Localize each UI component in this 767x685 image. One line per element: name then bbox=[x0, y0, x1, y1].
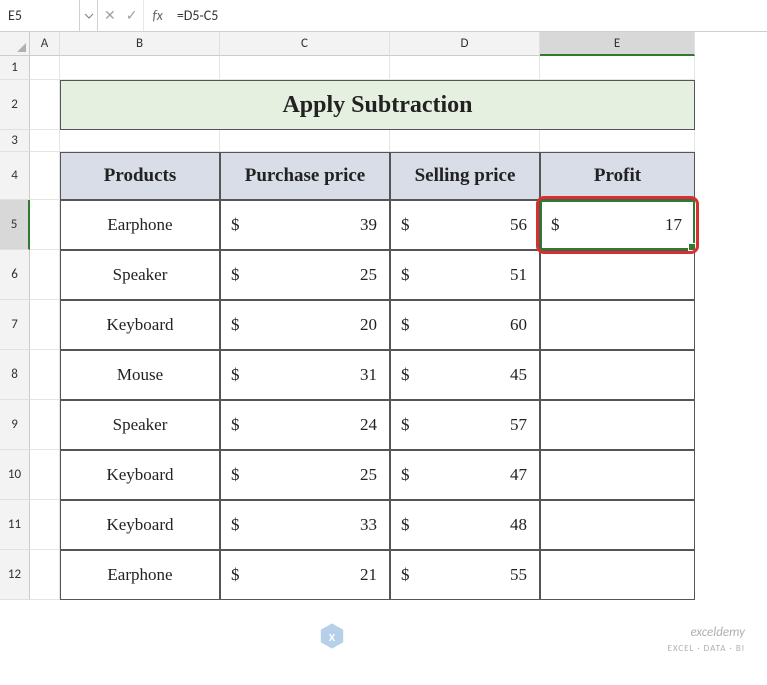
grid-body[interactable]: Apply Subtraction Products Purchase pric… bbox=[30, 56, 767, 600]
column-header[interactable]: E bbox=[540, 32, 695, 56]
cell[interactable] bbox=[30, 500, 60, 550]
cell-product[interactable]: Speaker bbox=[60, 250, 220, 300]
watermark-brand: exceldemy bbox=[690, 625, 745, 640]
row-header[interactable]: 1 bbox=[0, 56, 30, 80]
row-header[interactable]: 11 bbox=[0, 500, 30, 550]
cell-profit[interactable] bbox=[540, 250, 695, 300]
cell-purchase[interactable]: $25 bbox=[220, 250, 390, 300]
cell-purchase[interactable]: $21 bbox=[220, 550, 390, 600]
formula-bar-buttons: ✕ ✓ bbox=[98, 0, 144, 31]
cell-product[interactable]: Mouse bbox=[60, 350, 220, 400]
row-header[interactable]: 4 bbox=[0, 152, 30, 200]
confirm-icon[interactable]: ✓ bbox=[126, 7, 138, 24]
cell[interactable] bbox=[540, 130, 695, 152]
name-box[interactable]: E5 bbox=[0, 0, 80, 31]
table-header[interactable]: Purchase price bbox=[220, 152, 390, 200]
worksheet: 1 2 3 4 5 6 7 8 9 10 11 12 A B C D E bbox=[0, 32, 767, 685]
cell[interactable] bbox=[60, 130, 220, 152]
table-row: Mouse$31$45 bbox=[30, 350, 767, 400]
table-row: Keyboard$33$48 bbox=[30, 500, 767, 550]
cell-purchase[interactable]: $25 bbox=[220, 450, 390, 500]
cell-selling[interactable]: $51 bbox=[390, 250, 540, 300]
cell-purchase[interactable]: $31 bbox=[220, 350, 390, 400]
cell[interactable] bbox=[390, 130, 540, 152]
cell[interactable] bbox=[30, 450, 60, 500]
cell[interactable] bbox=[60, 56, 220, 80]
cell[interactable] bbox=[390, 56, 540, 80]
cell[interactable] bbox=[30, 250, 60, 300]
cell-product[interactable]: Keyboard bbox=[60, 500, 220, 550]
select-all-button[interactable] bbox=[0, 32, 30, 56]
cell-selling[interactable]: $56 bbox=[390, 200, 540, 250]
cell[interactable] bbox=[30, 400, 60, 450]
cell-purchase[interactable]: $39 bbox=[220, 200, 390, 250]
cell[interactable] bbox=[30, 550, 60, 600]
row-header[interactable]: 10 bbox=[0, 450, 30, 500]
cell-product[interactable]: Earphone bbox=[60, 550, 220, 600]
cell-profit[interactable]: $17 bbox=[540, 200, 695, 250]
column-header[interactable]: D bbox=[390, 32, 540, 56]
column-header[interactable]: B bbox=[60, 32, 220, 56]
formula-input[interactable]: =D5-C5 bbox=[171, 7, 767, 24]
table-header[interactable]: Selling price bbox=[390, 152, 540, 200]
table-row: Earphone$21$55 bbox=[30, 550, 767, 600]
row-header[interactable]: 6 bbox=[0, 250, 30, 300]
table-row: Speaker$24$57 bbox=[30, 400, 767, 450]
cell[interactable] bbox=[30, 300, 60, 350]
row-header[interactable]: 8 bbox=[0, 350, 30, 400]
fx-icon[interactable]: fx bbox=[144, 7, 170, 24]
row-header[interactable]: 9 bbox=[0, 400, 30, 450]
cell-selling[interactable]: $48 bbox=[390, 500, 540, 550]
row-header[interactable]: 7 bbox=[0, 300, 30, 350]
cell-selling[interactable]: $47 bbox=[390, 450, 540, 500]
cell[interactable] bbox=[30, 80, 60, 130]
cell-selling[interactable]: $60 bbox=[390, 300, 540, 350]
cancel-icon[interactable]: ✕ bbox=[104, 7, 116, 24]
table-row: Earphone$39$56$17 bbox=[30, 200, 767, 250]
cell[interactable] bbox=[30, 200, 60, 250]
cell-purchase[interactable]: $24 bbox=[220, 400, 390, 450]
formula-bar: E5 ✕ ✓ fx =D5-C5 bbox=[0, 0, 767, 32]
column-header[interactable]: C bbox=[220, 32, 390, 56]
table-row: Speaker$25$51 bbox=[30, 250, 767, 300]
cell[interactable] bbox=[220, 130, 390, 152]
cell-product[interactable]: Keyboard bbox=[60, 450, 220, 500]
cell-purchase[interactable]: $20 bbox=[220, 300, 390, 350]
cell-profit[interactable] bbox=[540, 300, 695, 350]
cell-product[interactable]: Speaker bbox=[60, 400, 220, 450]
table-header[interactable]: Products bbox=[60, 152, 220, 200]
column-header[interactable]: A bbox=[30, 32, 60, 56]
table-row: Keyboard$20$60 bbox=[30, 300, 767, 350]
cell-selling[interactable]: $57 bbox=[390, 400, 540, 450]
title-cell[interactable]: Apply Subtraction bbox=[60, 80, 695, 130]
cell-product[interactable]: Keyboard bbox=[60, 300, 220, 350]
cell-purchase[interactable]: $33 bbox=[220, 500, 390, 550]
watermark: exceldemy EXCEL · DATA · BI bbox=[668, 626, 745, 655]
name-box-dropdown-icon[interactable] bbox=[80, 0, 98, 31]
row-header[interactable]: 5 bbox=[0, 200, 30, 250]
cell-profit[interactable] bbox=[540, 350, 695, 400]
cell-selling[interactable]: $55 bbox=[390, 550, 540, 600]
table-row: Keyboard$25$47 bbox=[30, 450, 767, 500]
cell[interactable] bbox=[30, 130, 60, 152]
cell-profit[interactable] bbox=[540, 400, 695, 450]
watermark-logo-icon: X bbox=[318, 622, 346, 650]
cell[interactable] bbox=[540, 56, 695, 80]
watermark-tagline: EXCEL · DATA · BI bbox=[668, 643, 745, 654]
cell[interactable] bbox=[30, 56, 60, 80]
row-header[interactable]: 3 bbox=[0, 130, 30, 152]
cell[interactable] bbox=[30, 350, 60, 400]
cell[interactable] bbox=[220, 56, 390, 80]
cell-profit[interactable] bbox=[540, 500, 695, 550]
cell-profit[interactable] bbox=[540, 550, 695, 600]
table-header[interactable]: Profit bbox=[540, 152, 695, 200]
cell-profit[interactable] bbox=[540, 450, 695, 500]
cell-selling[interactable]: $45 bbox=[390, 350, 540, 400]
row-header[interactable]: 2 bbox=[0, 80, 30, 130]
column-headers: A B C D E bbox=[30, 32, 767, 56]
cell-product[interactable]: Earphone bbox=[60, 200, 220, 250]
row-header[interactable]: 12 bbox=[0, 550, 30, 600]
svg-text:X: X bbox=[329, 631, 336, 645]
cell[interactable] bbox=[30, 152, 60, 200]
